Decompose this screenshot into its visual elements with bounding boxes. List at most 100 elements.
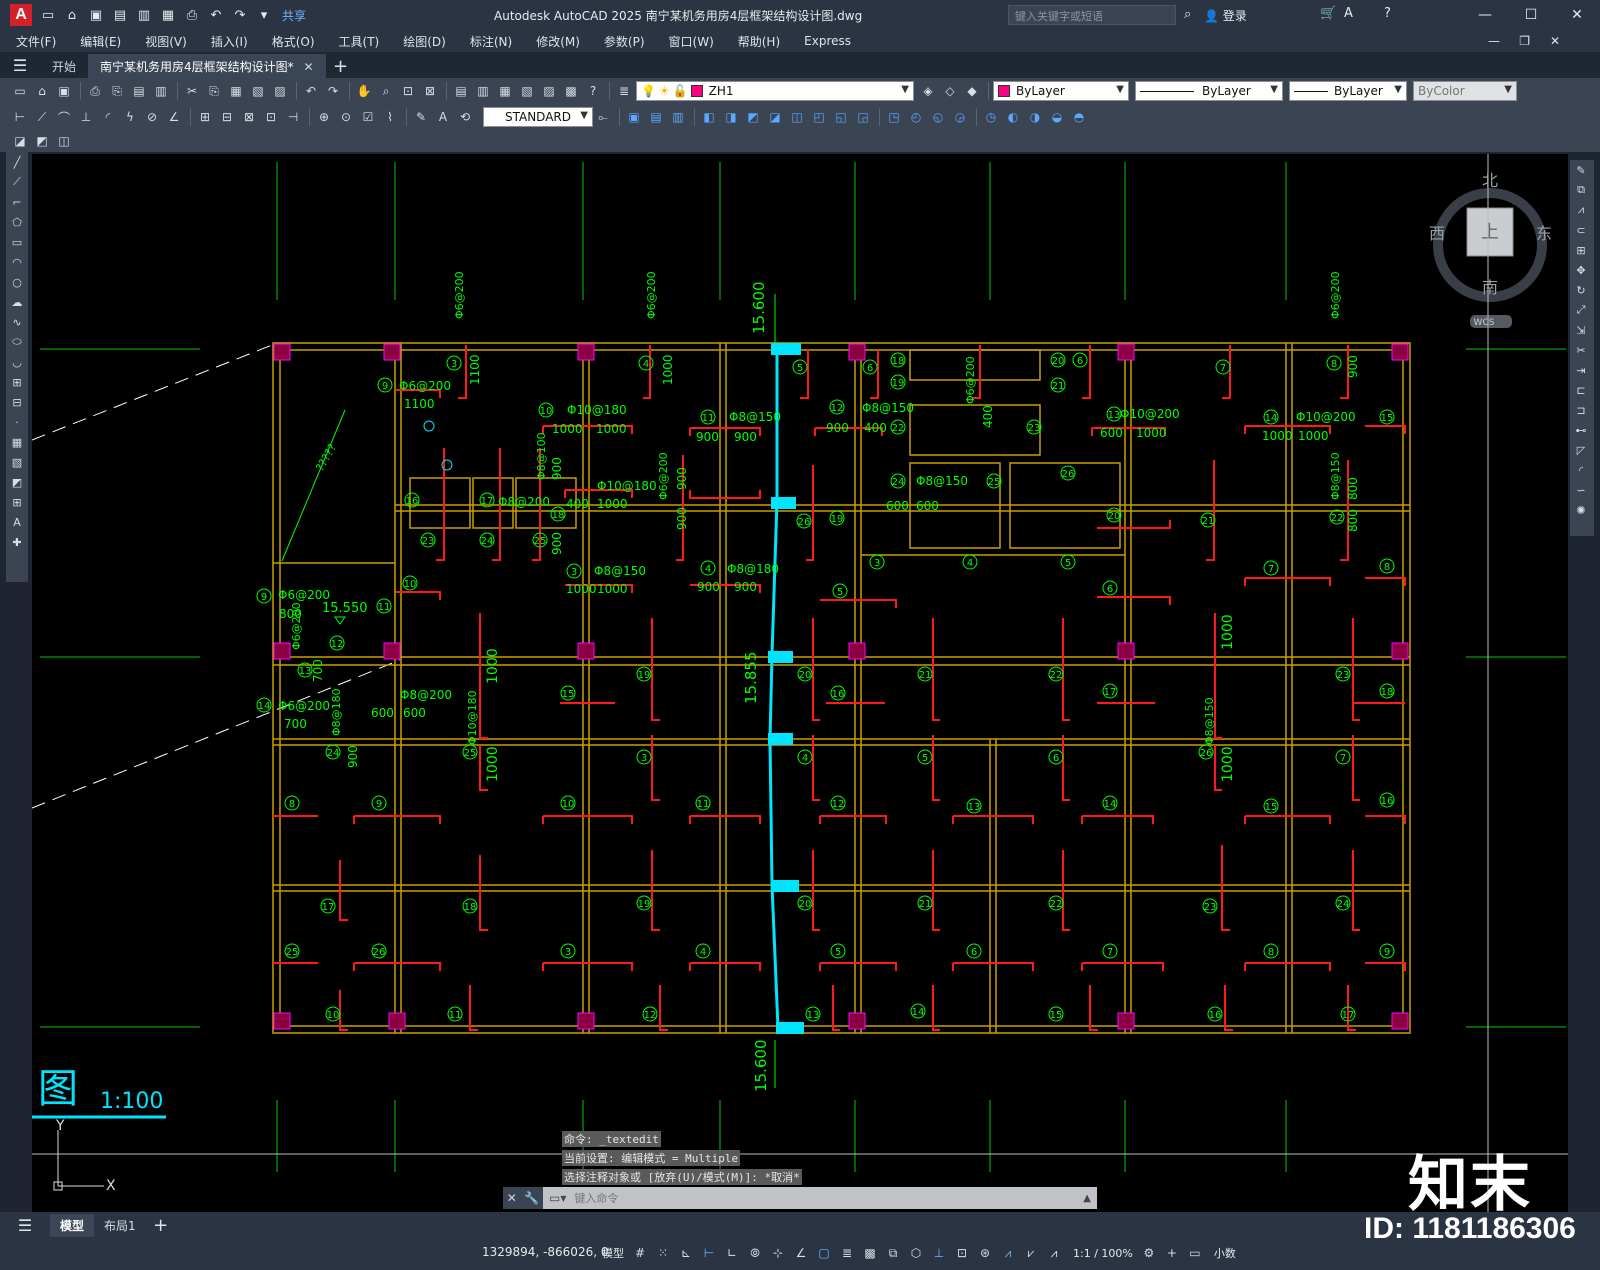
menu-express[interactable]: Express	[804, 34, 851, 48]
block-editor-icon[interactable]: ▨	[270, 81, 290, 101]
loft-icon[interactable]: ◫	[787, 107, 807, 127]
close-button[interactable]: ✕	[1554, 0, 1600, 30]
layer-unisolate-icon[interactable]: ◩	[32, 131, 52, 151]
offset-icon[interactable]: ⊂	[1570, 220, 1592, 240]
join-icon[interactable]: ⊷	[1570, 420, 1592, 440]
gradient-icon[interactable]: ▧	[6, 452, 28, 472]
make-current-icon[interactable]: ◈	[918, 81, 938, 101]
zoom-window-icon[interactable]: ⊡	[398, 81, 418, 101]
region-icon[interactable]: ◩	[6, 472, 28, 492]
move-icon[interactable]: ✥	[1570, 260, 1592, 280]
autocad-logo-icon[interactable]: A	[10, 4, 32, 26]
web-save-icon[interactable]: ▦	[159, 6, 177, 24]
jogged-linear-icon[interactable]: ⌇	[380, 107, 400, 127]
gizmo-icon[interactable]: ⊛	[975, 1242, 995, 1264]
tolerance-icon[interactable]: ⊕	[314, 107, 334, 127]
layer-walk-icon[interactable]: ◫	[54, 131, 74, 151]
menu-dimension[interactable]: 标注(N)	[470, 33, 512, 50]
pan-icon[interactable]: ✋	[354, 81, 374, 101]
menu-help[interactable]: 帮助(H)	[738, 33, 780, 50]
ellipse-arc-icon[interactable]: ◡	[6, 352, 28, 372]
plus-icon[interactable]: +	[1162, 1242, 1182, 1264]
dynamic-input-icon[interactable]: ⊢	[699, 1242, 719, 1264]
layer-isolate-icon[interactable]: ◪	[10, 131, 30, 151]
space-icon[interactable]: ⊡	[261, 107, 281, 127]
linear-dim-icon[interactable]: ⊢	[10, 107, 30, 127]
web-open-icon[interactable]: ▥	[135, 6, 153, 24]
redo-icon[interactable]: ↷	[323, 81, 343, 101]
presspull-icon[interactable]: ◨	[721, 107, 741, 127]
doc-minimize-button[interactable]: —	[1488, 34, 1500, 48]
arc-icon[interactable]: ◠	[6, 252, 28, 272]
layer-match-icon[interactable]: ◆	[962, 81, 982, 101]
zoom-realtime-icon[interactable]: ⌕	[376, 81, 396, 101]
infer-icon[interactable]: ⊾	[676, 1242, 696, 1264]
drawing-canvas[interactable]: 15.600 15.855 15.600 ????? 15.550 Φ6@200…	[32, 154, 1568, 1212]
point-icon[interactable]: ·	[6, 412, 28, 432]
table-icon[interactable]: ⊞	[6, 492, 28, 512]
array-icon[interactable]: ⊞	[1570, 240, 1592, 260]
color-dropdown[interactable]: ByLayer ▼	[993, 81, 1129, 101]
selection-filter-icon[interactable]: ⊡	[952, 1242, 972, 1264]
dim-update-icon[interactable]: ⟲	[455, 107, 475, 127]
move-3d-icon[interactable]: ◷	[981, 107, 1001, 127]
inspect-icon[interactable]: ☑	[358, 107, 378, 127]
snap-icon[interactable]: ⁙	[653, 1242, 673, 1264]
menu-window[interactable]: 窗口(W)	[669, 33, 714, 50]
viewcube[interactable]: 上 北 南 东 西 WCS	[1429, 171, 1552, 328]
sheetset-icon[interactable]: ▧	[517, 81, 537, 101]
pdf-icon[interactable]: ▥	[151, 81, 171, 101]
lights-icon[interactable]: ◵	[928, 107, 948, 127]
quick-dim-icon[interactable]: ⊞	[195, 107, 215, 127]
blend-icon[interactable]: ∽	[1570, 480, 1592, 500]
continue-icon[interactable]: ⊠	[239, 107, 259, 127]
jogged-icon[interactable]: ϟ	[120, 107, 140, 127]
insert-block-icon[interactable]: ⊞	[6, 372, 28, 392]
command-grip[interactable]: ✕ 🔧	[503, 1187, 543, 1209]
polygon-icon[interactable]: ⬠	[6, 212, 28, 232]
menu-file[interactable]: 文件(F)	[16, 33, 56, 50]
login-button[interactable]: 👤 登录	[1204, 7, 1247, 24]
markup-icon[interactable]: ▨	[539, 81, 559, 101]
save-as-icon[interactable]: ▤	[111, 6, 129, 24]
break-icon[interactable]: ⊐	[1570, 400, 1592, 420]
break-icon[interactable]: ⊣	[283, 107, 303, 127]
compass-north[interactable]: 北	[1482, 171, 1498, 190]
break-point-icon[interactable]: ⊏	[1570, 380, 1592, 400]
grid-icon[interactable]: #	[630, 1242, 650, 1264]
intersect-icon[interactable]: ◲	[853, 107, 873, 127]
save-icon[interactable]: ▣	[87, 6, 105, 24]
dim-style-dropdown[interactable]: STANDARD ▼	[483, 107, 593, 127]
annotation-scale-label[interactable]: 1:1 / 100%	[1073, 1247, 1133, 1260]
circle-icon[interactable]: ○	[6, 272, 28, 292]
close-icon[interactable]: ✕	[507, 1191, 517, 1205]
stretch-icon[interactable]: ⇲	[1570, 320, 1592, 340]
dim-text-edit-icon[interactable]: A	[433, 107, 453, 127]
extrude-icon[interactable]: ◧	[699, 107, 719, 127]
transparency-icon[interactable]: ▩	[860, 1242, 880, 1264]
erase-icon[interactable]: ✎	[1570, 160, 1592, 180]
menu-draw[interactable]: 绘图(D)	[403, 33, 446, 50]
plotstyle-dropdown[interactable]: ByColor ▼	[1413, 81, 1517, 101]
units-icon[interactable]: ▭	[1185, 1242, 1205, 1264]
align-3d-icon[interactable]: ◑	[1025, 107, 1045, 127]
hatch-icon[interactable]: ▦	[6, 432, 28, 452]
qnew-icon[interactable]: ▭	[10, 81, 30, 101]
lineweight-icon[interactable]: ≣	[837, 1242, 857, 1264]
cart-icon[interactable]: 🛒	[1320, 6, 1336, 21]
help-icon[interactable]: ?	[583, 81, 603, 101]
doc-restore-button[interactable]: ❐	[1519, 34, 1530, 48]
tool-palettes-icon[interactable]: ▦	[495, 81, 515, 101]
settings-gear-icon[interactable]: ⚙	[1139, 1242, 1159, 1264]
close-tab-icon[interactable]: ✕	[303, 60, 313, 74]
new-layout-button[interactable]: +	[146, 1213, 176, 1237]
polar-icon[interactable]: ⦾	[745, 1242, 765, 1264]
layer-dropdown[interactable]: 💡 ☀ 🔓 ZH1 ▼	[636, 81, 914, 101]
angular-icon[interactable]: ∠	[164, 107, 184, 127]
redo-icon[interactable]: ↷	[231, 6, 249, 24]
layer-properties-icon[interactable]: ≣	[614, 81, 634, 101]
customize-qa-icon[interactable]: ▾	[255, 6, 273, 24]
rotate-3d-icon[interactable]: ◐	[1003, 107, 1023, 127]
tab-drawing[interactable]: 南宁某机务用房4层框架结构设计图* ✕	[88, 54, 326, 78]
command-prompt-icon[interactable]: ▭▾	[543, 1191, 566, 1205]
